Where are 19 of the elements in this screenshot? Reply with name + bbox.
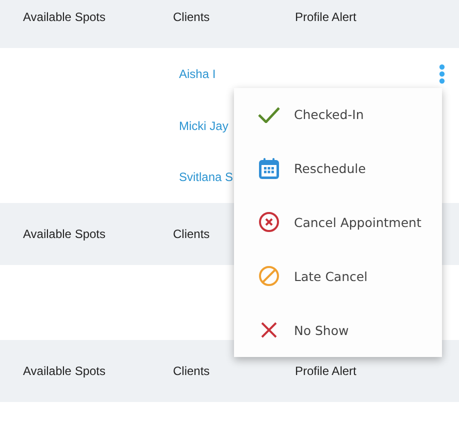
menu-item[interactable]: Reschedule <box>234 142 442 196</box>
column-header: Available Spots <box>23 364 106 378</box>
column-header: Profile Alert <box>295 10 358 24</box>
more-options-icon[interactable] <box>439 64 445 84</box>
column-header: Clients <box>173 364 211 378</box>
prohibited-icon <box>259 266 279 286</box>
menu-item[interactable]: Late Cancel <box>234 250 442 303</box>
column-header: Available Spots <box>23 227 106 241</box>
column-header: Profile Alert <box>295 364 358 378</box>
column-header: Available Spots <box>23 10 106 24</box>
cancel-circle-icon <box>259 212 279 232</box>
calendar-icon <box>259 158 279 180</box>
checkmark-icon <box>258 106 280 123</box>
close-icon <box>261 322 277 338</box>
menu-item[interactable]: Cancel Appointment <box>234 196 442 249</box>
column-header: Clients <box>173 10 211 24</box>
column-header: Clients <box>173 227 211 241</box>
menu-item[interactable]: No Show <box>234 304 442 357</box>
menu-item[interactable]: Checked-In <box>234 88 442 142</box>
